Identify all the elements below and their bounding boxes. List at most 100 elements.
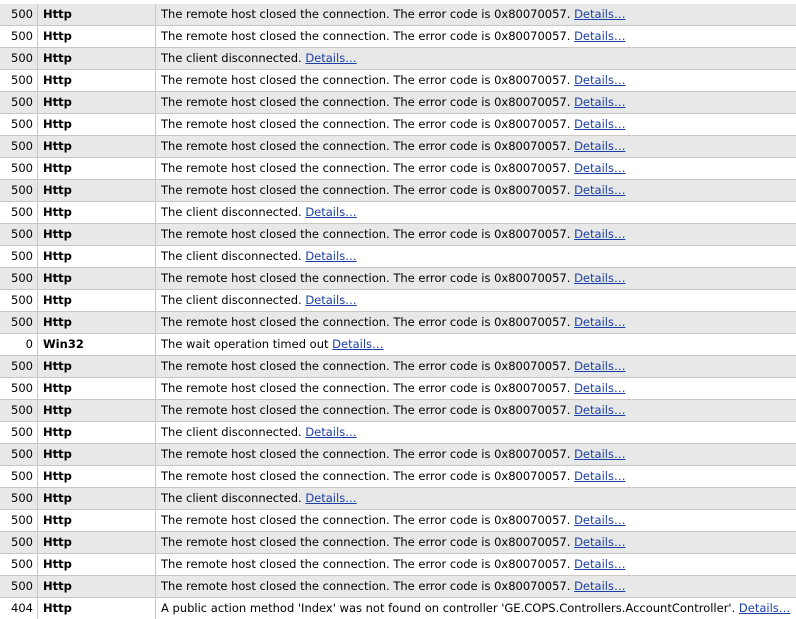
error-message-cell: The remote host closed the connection. T… <box>156 532 796 554</box>
details-link[interactable]: Details… <box>574 315 625 329</box>
table-row: 500HttpThe remote host closed the connec… <box>0 356 796 378</box>
error-message-cell: The remote host closed the connection. T… <box>156 70 796 92</box>
error-message-text: The remote host closed the connection. T… <box>161 117 570 131</box>
details-link[interactable]: Details… <box>574 447 625 461</box>
details-link[interactable]: Details… <box>305 205 356 219</box>
table-row: 500Http The remote host closed the connec… <box>0 312 796 334</box>
status-code-cell: 0 <box>0 334 38 356</box>
details-link[interactable]: Details… <box>574 161 625 175</box>
details-link[interactable]: Details… <box>305 51 356 65</box>
error-message-text: The remote host closed the connection. T… <box>161 315 570 329</box>
error-message-text: The remote host closed the connection. T… <box>161 469 570 483</box>
table-row: 500HttpThe remote host closed the connec… <box>0 400 796 422</box>
status-code-cell: 500 <box>0 224 38 246</box>
error-message-text: The client disconnected. <box>161 249 302 263</box>
table-row: 500HttpThe client disconnected. Details… <box>0 290 796 312</box>
details-link[interactable]: Details… <box>574 535 625 549</box>
error-message-cell: The client disconnected. Details… <box>156 290 796 312</box>
status-code-cell: 500 <box>0 510 38 532</box>
error-message-text: The remote host closed the connection. T… <box>161 271 570 285</box>
status-code-cell: 500 <box>0 114 38 136</box>
details-link[interactable]: Details… <box>739 601 790 615</box>
table-row: 500HttpThe remote host closed the connec… <box>0 444 796 466</box>
details-link[interactable]: Details… <box>574 557 625 571</box>
details-link[interactable]: Details… <box>574 139 625 153</box>
error-type-cell: Http <box>38 554 156 576</box>
details-link[interactable]: Details… <box>574 271 625 285</box>
details-link[interactable]: Details… <box>574 95 625 109</box>
table-row: 500HttpThe client disconnected. Details… <box>0 202 796 224</box>
error-message-cell: The remote host closed the connection. T… <box>156 224 796 246</box>
details-link[interactable]: Details… <box>305 491 356 505</box>
error-type-cell: Http <box>38 4 156 26</box>
details-link[interactable]: Details… <box>305 425 356 439</box>
table-row: 500HttpThe client disconnected. Details… <box>0 48 796 70</box>
details-link[interactable]: Details… <box>574 403 625 417</box>
details-link[interactable]: Details… <box>574 579 625 593</box>
status-code-cell: 500 <box>0 554 38 576</box>
status-code-cell: 500 <box>0 400 38 422</box>
error-message-cell: The remote host closed the connection. T… <box>156 312 796 334</box>
details-link[interactable]: Details… <box>305 293 356 307</box>
status-code-cell: 500 <box>0 180 38 202</box>
details-link[interactable]: Details… <box>574 381 625 395</box>
error-type-cell: Http <box>38 466 156 488</box>
table-row: 500HttpThe remote host closed the connec… <box>0 92 796 114</box>
error-message-cell: The client disconnected. Details… <box>156 488 796 510</box>
status-code-cell: 500 <box>0 48 38 70</box>
error-message-cell: The remote host closed the connection. T… <box>156 378 796 400</box>
table-row: 500HttpThe remote host closed the connec… <box>0 224 796 246</box>
details-link[interactable]: Details… <box>332 337 383 351</box>
status-code-cell: 500 <box>0 92 38 114</box>
error-message-text: The remote host closed the connection. T… <box>161 7 570 21</box>
error-message-cell: The remote host closed the connection. T… <box>156 554 796 576</box>
details-link[interactable]: Details… <box>574 29 625 43</box>
table-row: 500HttpThe remote host closed the connec… <box>0 180 796 202</box>
details-link[interactable]: Details… <box>574 117 625 131</box>
status-code-cell: 500 <box>0 356 38 378</box>
error-message-cell: The remote host closed the connection. T… <box>156 26 796 48</box>
error-message-text: The remote host closed the connection. T… <box>161 73 570 87</box>
table-row: 500HttpThe remote host closed the connec… <box>0 26 796 48</box>
details-link[interactable]: Details… <box>574 7 625 21</box>
error-message-cell: The remote host closed the connection. T… <box>156 400 796 422</box>
table-row: 500HttpThe remote host closed the connec… <box>0 158 796 180</box>
details-link[interactable]: Details… <box>574 227 625 241</box>
error-message-text: The remote host closed the connection. T… <box>161 403 570 417</box>
details-link[interactable]: Details… <box>574 183 625 197</box>
details-link[interactable]: Details… <box>574 73 625 87</box>
details-link[interactable]: Details… <box>305 249 356 263</box>
table-row: 500HttpThe remote host closed the connec… <box>0 466 796 488</box>
status-code-cell: 500 <box>0 312 38 334</box>
table-row: 0Win32The wait operation timed out Detai… <box>0 334 796 356</box>
table-row: 500HttpThe remote host closed the connec… <box>0 268 796 290</box>
error-message-text: The remote host closed the connection. T… <box>161 579 570 593</box>
error-type-cell: Http <box>38 312 156 334</box>
error-message-cell: The remote host closed the connection. T… <box>156 136 796 158</box>
status-code-cell: 500 <box>0 444 38 466</box>
details-link[interactable]: Details… <box>574 469 625 483</box>
error-message-text: The remote host closed the connection. T… <box>161 381 570 395</box>
error-type-cell: Http <box>38 158 156 180</box>
error-message-text: The remote host closed the connection. T… <box>161 513 570 527</box>
table-row: 500HttpThe remote host closed the connec… <box>0 4 796 26</box>
details-link[interactable]: Details… <box>574 359 625 373</box>
details-link[interactable]: Details… <box>574 513 625 527</box>
error-message-cell: The remote host closed the connection. T… <box>156 92 796 114</box>
error-message-text: The remote host closed the connection. T… <box>161 227 570 241</box>
error-message-cell: The client disconnected. Details… <box>156 422 796 444</box>
error-message-text: The remote host closed the connection. T… <box>161 29 570 43</box>
error-type-cell: Http <box>38 246 156 268</box>
table-row: 500HttpThe client disconnected. Details… <box>0 246 796 268</box>
error-message-cell: The remote host closed the connection. T… <box>156 444 796 466</box>
status-code-cell: 500 <box>0 576 38 598</box>
error-message-text: The client disconnected. <box>161 205 302 219</box>
error-message-text: The remote host closed the connection. T… <box>161 183 570 197</box>
error-message-cell: The remote host closed the connection. T… <box>156 510 796 532</box>
error-message-text: The remote host closed the connection. T… <box>161 359 570 373</box>
status-code-cell: 500 <box>0 488 38 510</box>
error-message-text: The remote host closed the connection. T… <box>161 161 570 175</box>
error-message-cell: The remote host closed the connection. T… <box>156 466 796 488</box>
error-message-cell: The client disconnected. Details… <box>156 48 796 70</box>
error-message-cell: The remote host closed the connection. T… <box>156 268 796 290</box>
